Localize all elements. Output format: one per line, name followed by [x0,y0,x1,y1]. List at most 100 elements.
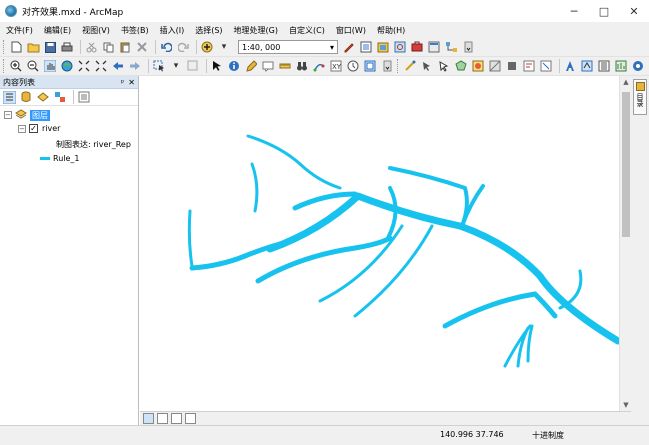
close-button[interactable]: ✕ [619,0,649,22]
stop-square-icon[interactable] [505,59,519,73]
refresh-view-icon[interactable] [171,413,182,424]
table-of-contents-icon[interactable] [359,40,373,54]
menu-view[interactable]: 视图(V) [82,25,110,36]
back-arrow-icon[interactable] [111,59,125,73]
label-manager-icon[interactable] [597,59,611,73]
pause-drawing-icon[interactable] [185,413,196,424]
find-route-icon[interactable] [312,59,326,73]
labeling-icon[interactable] [580,59,594,73]
redo-icon[interactable] [176,40,190,54]
rule-row[interactable]: Rule_1 [40,154,80,163]
menu-help[interactable]: 帮助(H) [377,25,405,36]
python-window-icon[interactable] [427,40,441,54]
map-vertical-scrollbar[interactable]: ▲ ▼ [619,76,631,411]
river-tributary [246,134,342,190]
menu-windows[interactable]: 窗口(W) [336,25,366,36]
toolbar-grip[interactable] [3,59,6,73]
scroll-thumb[interactable] [622,92,630,237]
catalog-dock-tab[interactable]: 目录 [633,79,647,115]
paste-icon[interactable] [118,40,132,54]
toolbar-separator [80,40,81,54]
find-binoculars-icon[interactable] [295,59,309,73]
toolbar-grip[interactable] [3,40,6,54]
pan-hand-icon[interactable] [43,59,57,73]
data-view-icon[interactable] [143,413,154,424]
layer-row-river[interactable]: − ✓ river [18,124,60,133]
zoom-in-icon[interactable] [9,59,23,73]
collapse-toggle-icon[interactable]: − [4,111,12,119]
save-icon[interactable] [43,40,57,54]
menu-bookmarks[interactable]: 书签(B) [121,25,149,36]
polygon-overlay-icon[interactable] [454,59,468,73]
layers-data-frame-row[interactable]: − 图层 [4,109,50,121]
minimize-button[interactable]: ─ [559,0,589,22]
full-extent-globe-icon[interactable] [60,59,74,73]
measure-icon[interactable] [278,59,292,73]
warp-icon[interactable] [471,59,485,73]
editor-toolbar-icon[interactable] [342,40,356,54]
tools-toolbar: ▾ XY [0,57,649,76]
erase-icon[interactable] [488,59,502,73]
select-dropdown-icon[interactable]: ▾ [169,59,183,73]
maximize-button[interactable]: □ [589,0,619,22]
time-slider-icon[interactable] [346,59,360,73]
zoom-out-icon[interactable] [26,59,40,73]
menu-geoprocessing[interactable]: 地理处理(G) [234,25,278,36]
view-unplaced-icon[interactable] [631,59,645,73]
new-document-icon[interactable] [9,40,23,54]
close-icon[interactable]: ✕ [128,78,135,87]
direct-select-icon[interactable] [437,59,451,73]
create-viewer-window-icon[interactable] [363,59,377,73]
list-by-drawing-order-icon[interactable] [2,90,16,104]
toolbar-options-icon[interactable] [380,59,394,73]
select-representation-icon[interactable] [420,59,434,73]
fixed-zoom-out-icon[interactable] [94,59,108,73]
overrides-icon[interactable] [539,59,553,73]
list-by-selection-icon[interactable] [53,90,67,104]
text-tool-icon[interactable] [563,59,577,73]
open-folder-icon[interactable] [26,40,40,54]
map-horizontal-scrollbar[interactable] [202,413,631,424]
copy-icon[interactable] [101,40,115,54]
toolbar-grip[interactable] [397,59,400,73]
model-builder-icon[interactable] [444,40,458,54]
html-popup-icon[interactable] [261,59,275,73]
representation-tools-icon[interactable] [403,59,417,73]
menu-file[interactable]: 文件(F) [6,25,33,36]
fixed-zoom-in-icon[interactable] [77,59,91,73]
add-data-dropdown-icon[interactable]: ▾ [217,40,231,54]
menu-edit[interactable]: 编辑(E) [44,25,71,36]
forward-arrow-icon[interactable] [128,59,142,73]
menu-customize[interactable]: 自定义(C) [289,25,325,36]
menu-selection[interactable]: 选择(S) [195,25,222,36]
identify-icon[interactable] [227,59,241,73]
toolbar-separator [206,59,207,73]
layer-visibility-checkbox[interactable]: ✓ [29,124,38,133]
print-icon[interactable] [60,40,74,54]
catalog-window-icon[interactable] [376,40,390,54]
toolbar-options-icon[interactable] [461,40,475,54]
arctoolbox-icon[interactable] [410,40,424,54]
delete-icon[interactable] [135,40,149,54]
undo-icon[interactable] [159,40,173,54]
menu-insert[interactable]: 插入(I) [160,25,185,36]
layout-view-icon[interactable] [157,413,168,424]
pin-icon[interactable]: ᵖ [121,78,124,87]
toc-options-icon[interactable] [77,90,91,104]
map-scale-combobox[interactable]: 1:40, 000 ▾ [238,40,338,54]
representation-properties-icon[interactable] [522,59,536,73]
select-elements-icon[interactable] [210,59,224,73]
hyperlink-icon[interactable] [244,59,258,73]
label-weight-icon[interactable] [614,59,628,73]
collapse-toggle-icon[interactable]: − [18,124,26,133]
list-by-visibility-icon[interactable] [36,90,50,104]
list-by-source-icon[interactable] [19,90,33,104]
cut-icon[interactable] [84,40,98,54]
select-features-icon[interactable] [152,59,166,73]
search-window-icon[interactable] [393,40,407,54]
go-to-xy-icon[interactable]: XY [329,59,343,73]
add-data-icon[interactable] [200,40,214,54]
map-display[interactable] [140,76,619,411]
clear-selection-icon[interactable] [186,59,200,73]
catalog-tab-label: 目录 [636,93,644,107]
